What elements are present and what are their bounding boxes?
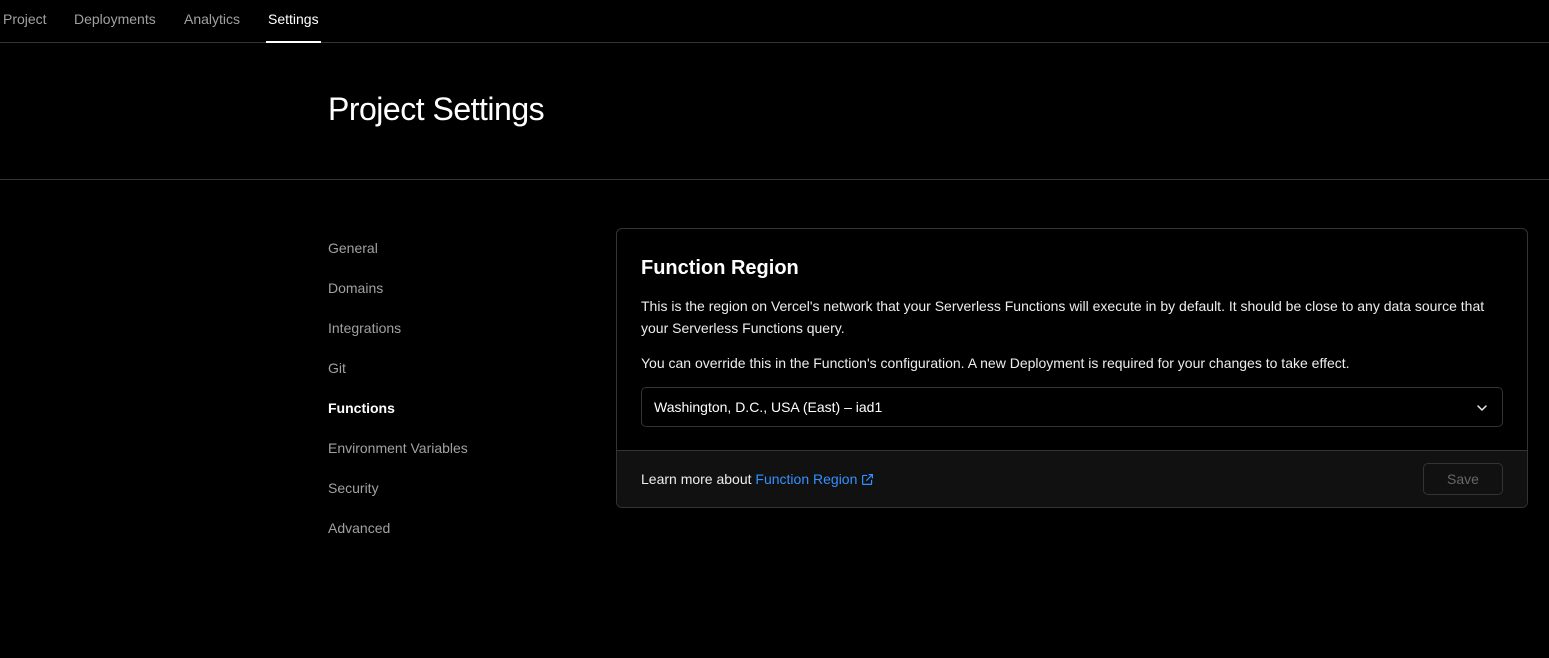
card-title: Function Region bbox=[641, 257, 799, 279]
sidebar-item-environment-variables[interactable]: Environment Variables bbox=[328, 428, 568, 468]
tab-analytics[interactable]: Analytics bbox=[184, 0, 240, 42]
sidebar-item-advanced[interactable]: Advanced bbox=[328, 508, 568, 548]
region-select[interactable]: Washington, D.C., USA (East) – iad1 bbox=[641, 387, 1503, 427]
learn-more-prefix: Learn more about bbox=[641, 471, 752, 487]
function-region-link-label: Function Region bbox=[755, 471, 858, 487]
learn-more-text: Learn more about Function Region bbox=[641, 451, 874, 507]
sidebar-item-integrations[interactable]: Integrations bbox=[328, 308, 568, 348]
chevron-down-icon bbox=[1477, 405, 1487, 411]
region-select-value: Washington, D.C., USA (East) – iad1 bbox=[654, 399, 883, 415]
function-region-link[interactable]: Function Region bbox=[755, 471, 874, 487]
page-title: Project Settings bbox=[328, 91, 545, 127]
tab-settings[interactable]: Settings bbox=[266, 0, 321, 43]
sidebar-item-functions[interactable]: Functions bbox=[328, 388, 568, 428]
card-note: You can override this in the Function's … bbox=[641, 355, 1350, 371]
card-body: Function Region This is the region on Ve… bbox=[617, 229, 1527, 451]
card-footer: Learn more about Function Region Save bbox=[617, 451, 1527, 507]
sidebar-item-general[interactable]: General bbox=[328, 228, 568, 268]
card-description: This is the region on Vercel's network t… bbox=[641, 298, 1485, 336]
page-header: Project Settings bbox=[0, 43, 1549, 180]
tab-deployments[interactable]: Deployments bbox=[74, 0, 156, 42]
sidebar-item-security[interactable]: Security bbox=[328, 468, 568, 508]
sidebar-item-domains[interactable]: Domains bbox=[328, 268, 568, 308]
external-link-icon bbox=[862, 474, 874, 485]
save-button[interactable]: Save bbox=[1423, 463, 1503, 495]
sidebar-item-git[interactable]: Git bbox=[328, 348, 568, 388]
function-region-card: Function Region This is the region on Ve… bbox=[616, 228, 1528, 508]
tab-project[interactable]: Project bbox=[3, 0, 47, 42]
settings-sidebar: General Domains Integrations Git Functio… bbox=[328, 228, 568, 548]
top-navigation: Project Deployments Analytics Settings bbox=[0, 0, 1549, 43]
